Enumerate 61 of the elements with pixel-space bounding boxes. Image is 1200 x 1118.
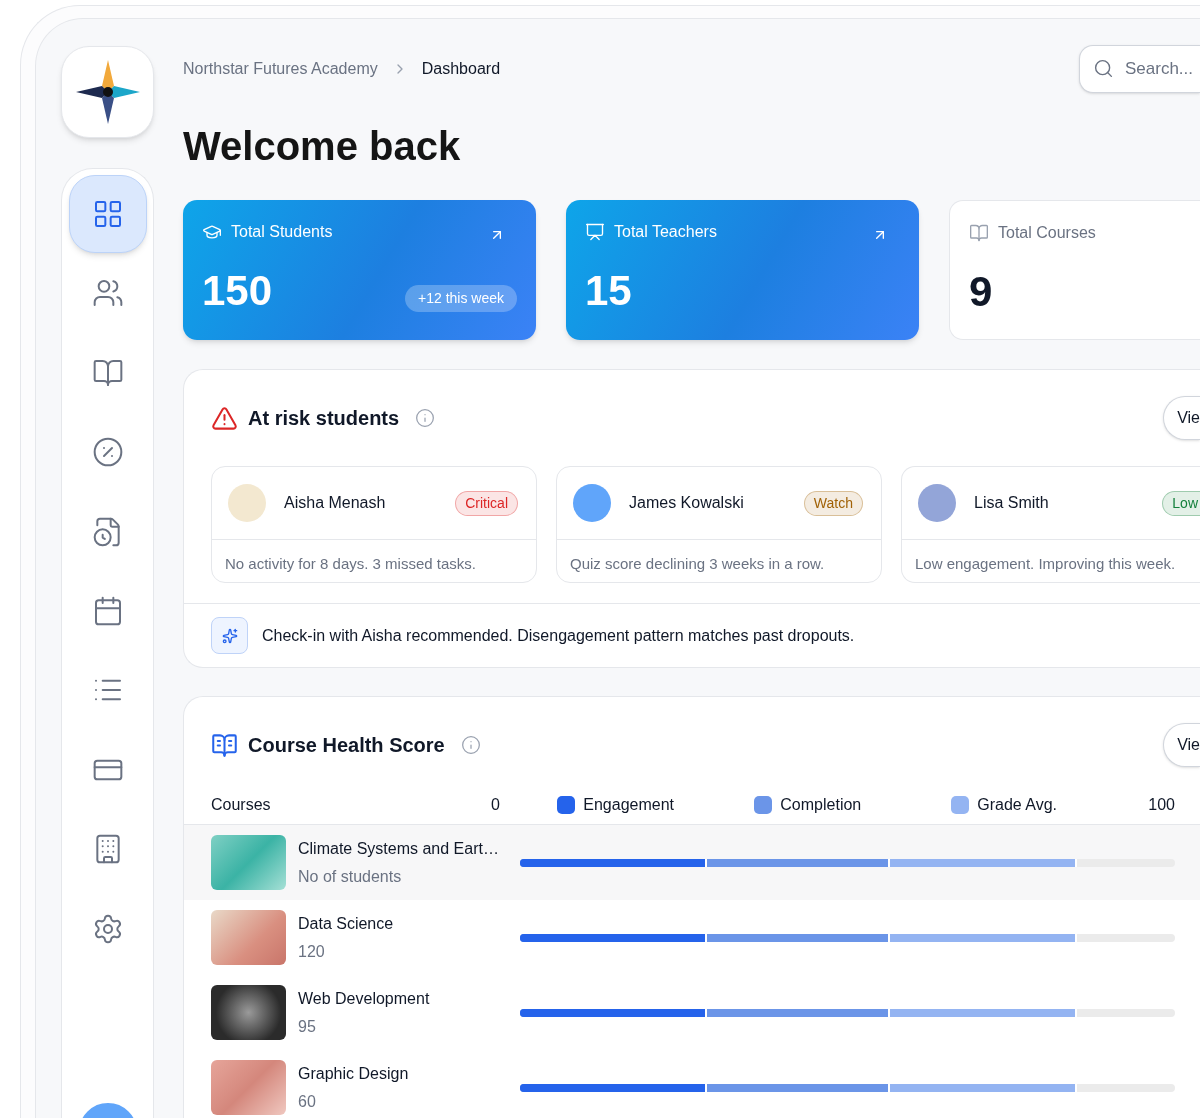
course-row[interactable]: Web Development 95 [184,975,1200,1050]
avatar [228,484,266,522]
search-field[interactable]: Search... [1079,45,1200,93]
course-name: Web Development [298,988,431,1009]
view-button[interactable]: Vie [1163,396,1200,440]
student-count: No of students [298,866,403,887]
search-icon [1093,58,1114,79]
course-name: Climate Systems and Eart… [298,838,500,859]
student-count: 120 [298,941,326,962]
legend-label: Completion [780,795,862,815]
section-title: Course Health Score [248,733,445,758]
student-count: 95 [298,1016,317,1037]
student-name: James Kowalski [629,493,744,513]
percent-icon [91,436,124,469]
section-title: At risk students [248,406,400,431]
info-icon [415,408,436,428]
avatar [573,484,611,522]
book-icon [211,731,238,759]
sparkles-icon [221,627,238,644]
legend-label: Engagement [583,795,675,815]
column-header: Courses [211,795,272,815]
risk-note: Quiz score declining 3 weeks in a row. [569,554,826,574]
student-card[interactable]: Aisha Menash Critical No activity for 8 days. 3 missed tasks. [211,466,537,583]
book-icon [969,223,989,243]
recommendation-text: Check-in with Aisha recommended. Disengagement pattern matches past dropouts. [262,625,855,646]
warning-icon [211,404,238,432]
axis-min-label: 0 [490,795,501,815]
status-badge: Watch [803,490,863,516]
page-title: Welcome back [183,123,462,170]
nav-item[interactable] [68,175,147,253]
stat-value: 150 [202,270,273,312]
breadcrumb-link[interactable]: Northstar Futures Academy [183,57,378,81]
course-row[interactable]: Climate Systems and Eart… No of students [184,825,1200,900]
stat-change-badge: +12 this week [405,285,517,312]
stat-value: 15 [585,270,632,312]
stat-label: Total Students [231,222,333,242]
risk-note: No activity for 8 days. 3 missed tasks. [224,554,477,574]
stat-label: Total Courses [998,223,1096,243]
student-card[interactable]: James Kowalski Watch Quiz score declining 3 weeks in a row. [556,466,882,583]
student-name: Lisa Smith [974,493,1049,513]
course-name: Data Science [298,913,395,934]
logo-card[interactable] [61,46,154,138]
breadcrumb-current: Dashboard [421,59,501,79]
risk-note: Low engagement. Improving this week. [914,554,1177,574]
avatar [918,484,956,522]
status-badge: Critical [455,490,518,516]
student-card[interactable]: Lisa Smith Low Low engagement. Improving this week. [901,466,1200,583]
stat-value: 9 [969,271,993,313]
axis-max-label: 100 [1148,795,1175,815]
status-badge: Low [1162,490,1200,516]
course-row[interactable]: Graphic Design 60 [184,1050,1200,1118]
stat-label: Total Teachers [614,222,717,242]
course-name: Graphic Design [298,1063,410,1084]
student-count: 60 [298,1091,317,1112]
course-row[interactable]: Data Science 120 [184,900,1200,975]
info-icon [460,735,481,755]
legend-label: Grade Avg. [977,795,1058,815]
teacher-board-icon [585,222,605,242]
stat-card[interactable]: Total Courses 9 [949,200,1200,340]
student-name: Aisha Menash [284,493,386,513]
view-button[interactable]: Vie [1163,723,1200,767]
